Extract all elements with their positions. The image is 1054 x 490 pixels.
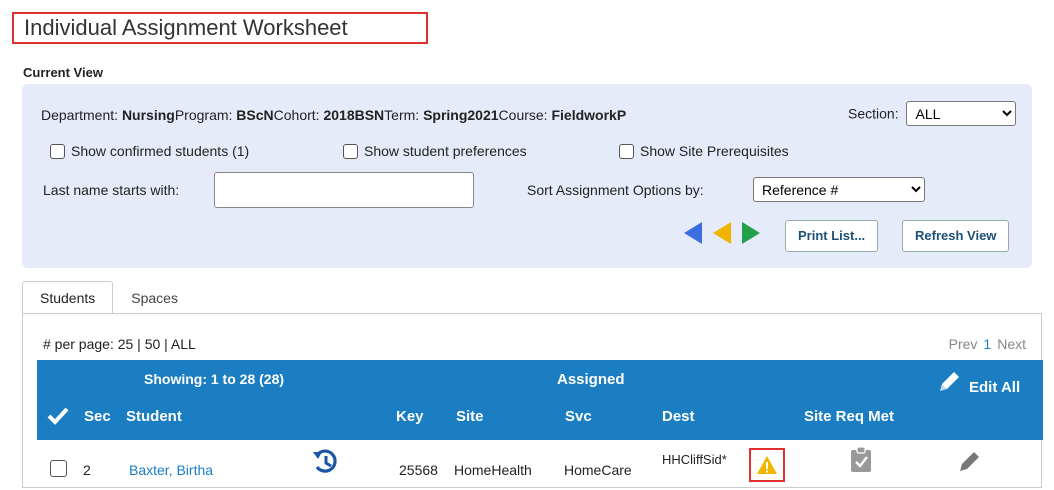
show-preferences-checkbox[interactable]	[343, 143, 358, 159]
row-sec: 2	[83, 462, 91, 478]
program-label: Program:	[174, 107, 233, 123]
history-icon[interactable]	[312, 448, 340, 476]
warning-highlight	[749, 448, 785, 482]
select-all-check-icon[interactable]	[47, 406, 69, 426]
show-prereqs-label: Show Site Prerequisites	[640, 143, 789, 159]
show-preferences-label: Show student preferences	[364, 143, 527, 159]
show-confirmed-label: Show confirmed students (1)	[71, 143, 250, 159]
row-site: HomeHealth	[454, 462, 532, 478]
warning-icon[interactable]	[756, 455, 778, 475]
grid-header: Showing: 1 to 28 (28) Assigned Edit All …	[37, 360, 1043, 440]
term-label: Term:	[384, 107, 420, 123]
filter-panel: Department: NursingProgram: BScNCohort: …	[22, 84, 1032, 268]
lastname-input[interactable]	[214, 172, 474, 208]
next-arrow-icon[interactable]	[740, 220, 762, 246]
page-title: Individual Assignment Worksheet	[12, 12, 428, 44]
edit-all-label: Edit All	[969, 378, 1021, 396]
col-sec[interactable]: Sec	[84, 408, 111, 425]
pager-prev[interactable]: Prev	[949, 336, 978, 352]
show-confirmed-checkbox[interactable]	[50, 143, 65, 159]
filter-summary: Department: NursingProgram: BScNCohort: …	[41, 107, 626, 123]
cohort-value: 2018BSN	[323, 107, 385, 123]
pager-current[interactable]: 1	[983, 336, 991, 352]
edit-all-button[interactable]: Edit All	[935, 368, 1020, 396]
course-label: Course:	[498, 107, 548, 123]
col-site-req-met[interactable]: Site Req Met	[804, 408, 894, 425]
section-select[interactable]: ALL	[906, 101, 1017, 126]
show-prereqs-option[interactable]: Show Site Prerequisites	[619, 143, 789, 159]
showing-count: Showing: 1 to 28 (28)	[144, 371, 285, 387]
pager-next[interactable]: Next	[997, 336, 1026, 352]
program-value: BScN	[236, 107, 274, 123]
pencil-icon	[940, 372, 959, 391]
tab-bar: Students Spaces	[22, 281, 196, 313]
row-checkbox[interactable]	[50, 460, 67, 477]
table-row: 2 Baxter, Birtha 25568 HomeHealth HomeCa…	[37, 440, 1043, 490]
department-value: Nursing	[121, 107, 175, 123]
row-svc: HomeCare	[564, 462, 632, 478]
show-confirmed-option[interactable]: Show confirmed students (1)	[50, 143, 249, 159]
row-key: 25568	[399, 462, 438, 478]
show-preferences-option[interactable]: Show student preferences	[343, 143, 527, 159]
course-value: FieldworkP	[551, 107, 627, 123]
prev-arrow-icon[interactable]	[682, 220, 704, 246]
back-arrow-icon[interactable]	[711, 220, 733, 246]
current-view-label: Current View	[23, 65, 103, 80]
nav-arrows	[682, 220, 762, 246]
col-student[interactable]: Student	[126, 408, 182, 425]
tab-spaces[interactable]: Spaces	[113, 281, 196, 313]
col-dest[interactable]: Dest	[662, 408, 695, 425]
tab-students[interactable]: Students	[22, 281, 114, 313]
assigned-group-label: Assigned	[557, 371, 625, 388]
students-panel: # per page: 25 | 50 | ALL Prev 1 Next Show…	[22, 313, 1043, 490]
section-label: Section:	[848, 105, 899, 122]
row-student-link[interactable]: Baxter, Birtha	[129, 462, 213, 478]
clipboard-check-icon[interactable]	[849, 446, 873, 474]
department-label: Department:	[41, 107, 119, 123]
col-key[interactable]: Key	[396, 408, 424, 425]
per-page-selector[interactable]: # per page: 25 | 50 | ALL	[43, 336, 196, 352]
lastname-label: Last name starts with:	[43, 182, 180, 198]
cohort-label: Cohort:	[273, 107, 320, 123]
show-prereqs-checkbox[interactable]	[619, 143, 634, 159]
print-list-button[interactable]: Print List...	[785, 220, 879, 252]
row-dest: HHCliffSid*	[662, 452, 727, 467]
term-value: Spring2021	[423, 107, 499, 123]
sort-label: Sort Assignment Options by:	[527, 182, 704, 198]
col-site[interactable]: Site	[456, 408, 484, 425]
pager: Prev 1 Next	[949, 336, 1026, 352]
section-filter: Section: ALL	[848, 101, 1017, 126]
col-svc[interactable]: Svc	[565, 408, 592, 425]
edit-pencil-icon[interactable]	[955, 448, 983, 476]
sort-select[interactable]: Reference #	[753, 177, 925, 202]
refresh-view-button[interactable]: Refresh View	[902, 220, 1010, 252]
